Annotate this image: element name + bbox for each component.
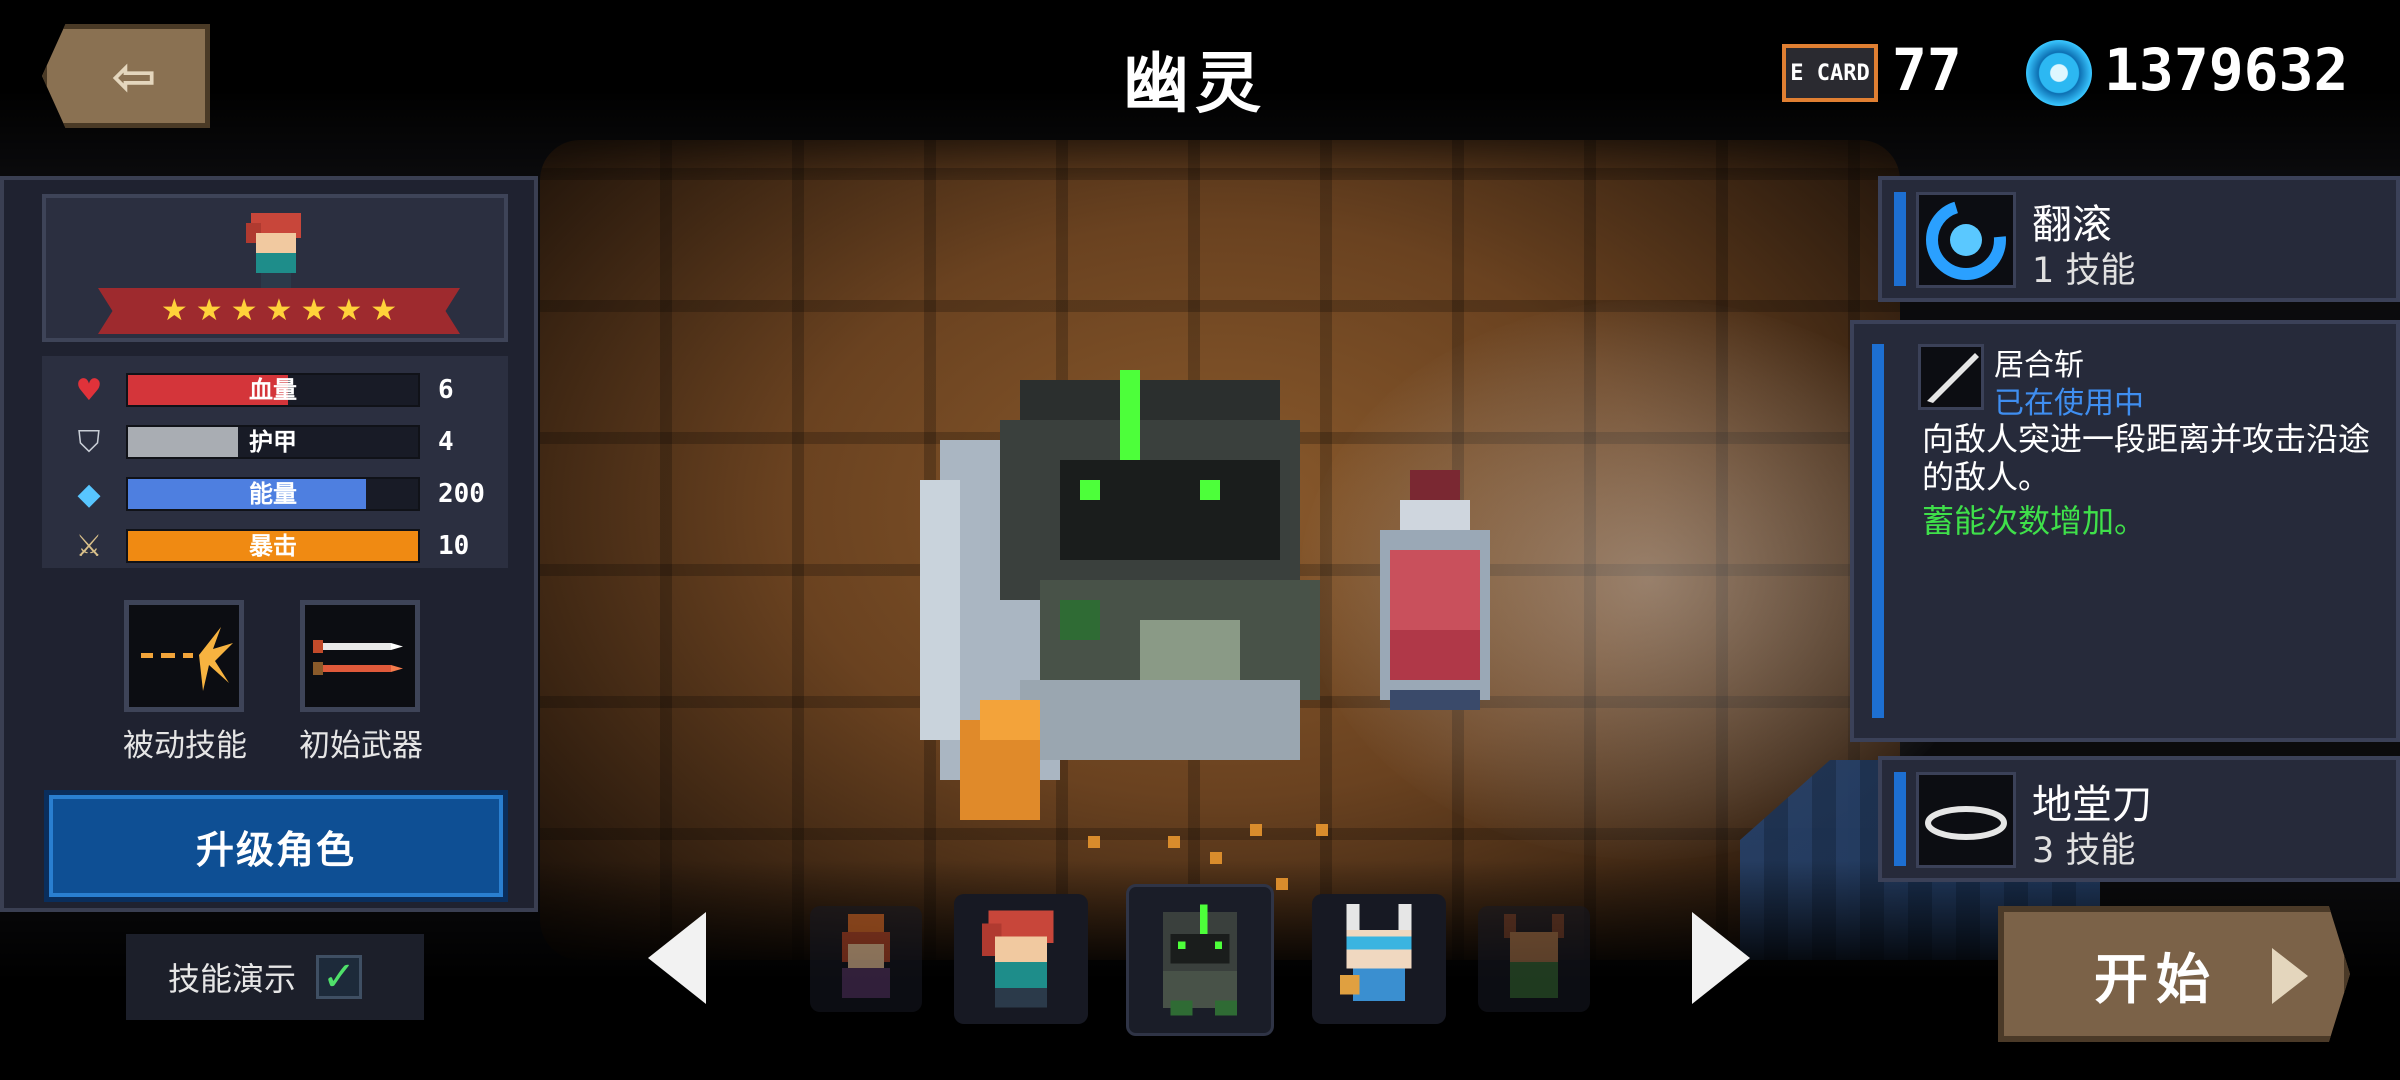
- skill-card-accent: [1894, 772, 1906, 866]
- skill-bonus: 蓄能次数增加。: [1922, 502, 2147, 540]
- character-title: 幽灵: [1123, 45, 1267, 122]
- stat-value: 10: [438, 531, 470, 561]
- skill-status: 已在使用中: [1994, 386, 2144, 421]
- passive-skill-slot[interactable]: [124, 600, 244, 712]
- star-icon: ★: [300, 293, 328, 328]
- star-icon: ★: [230, 293, 258, 328]
- start-weapon-slot[interactable]: [300, 600, 420, 712]
- stat-label: 暴击: [249, 532, 297, 560]
- character-info-panel: ★ ★ ★ ★ ★ ★ ★ ♥ 血量 6 ⛉ 护甲 4 ◆ 能量 200 ⚔ 暴击 10 被动技能 初始武器 升级…: [0, 176, 538, 912]
- star-ribbon: ★ ★ ★ ★ ★ ★ ★: [98, 288, 460, 334]
- health-potion-sprite: [1380, 470, 1490, 710]
- spark: [1088, 836, 1100, 848]
- energy-card-icon: E CARD: [1782, 44, 1878, 102]
- gem-icon: [2026, 40, 2092, 106]
- stat-label: 能量: [249, 480, 297, 508]
- skill-card-accent: [1894, 192, 1906, 286]
- character-slot[interactable]: [810, 906, 922, 1012]
- next-character-arrow[interactable]: [1692, 912, 1750, 1004]
- exit-button[interactable]: ⇦: [42, 24, 210, 128]
- knight-avatar: [982, 910, 1054, 1008]
- ground-blade-skill-icon: [1916, 772, 2016, 868]
- stat-bar: 血量: [126, 373, 420, 407]
- druid-avatar: [1504, 914, 1564, 998]
- stat-row: ⛉ 护甲 4: [70, 422, 500, 462]
- stat-value: 4: [438, 427, 454, 457]
- stat-bar: 暴击: [126, 529, 420, 563]
- stats-box: ♥ 血量 6 ⛉ 护甲 4 ◆ 能量 200 ⚔ 暴击 10: [42, 356, 508, 568]
- iai-slash-skill-icon: [1918, 344, 1984, 410]
- character-slot-selected[interactable]: [1126, 884, 1274, 1036]
- stat-row: ◆ 能量 200: [70, 474, 500, 514]
- rabbit-engineer-avatar: [1340, 904, 1412, 1002]
- stat-label: 血量: [249, 376, 297, 404]
- roll-skill-icon: [1916, 192, 2016, 288]
- previous-character-arrow[interactable]: [648, 912, 706, 1004]
- shield-icon: ⛉: [77, 424, 101, 460]
- passive-skill-label: 被动技能: [123, 728, 247, 764]
- skill-tier: 1 技能: [2032, 251, 2136, 291]
- skill-card-roll[interactable]: 翻滚 1 技能: [1878, 176, 2400, 302]
- skill-card-ground-blade[interactable]: 地堂刀 3 技能: [1878, 756, 2400, 882]
- start-label: 开始: [2094, 947, 2218, 1011]
- star-icon: ★: [335, 293, 363, 328]
- stat-value: 200: [438, 479, 485, 509]
- spark: [1210, 852, 1222, 864]
- stat-row: ♥ 血量 6: [70, 370, 500, 410]
- skill-card-accent: [1872, 344, 1884, 718]
- passive-skill-icon: [141, 627, 233, 691]
- upgrade-character-label: 升级角色: [195, 827, 356, 872]
- start-button[interactable]: 开始: [1998, 906, 2350, 1042]
- star-icon: ★: [265, 293, 293, 328]
- skill-description: 向敌人突进一段距离并攻击沿途的敌人。: [1922, 420, 2371, 496]
- skill-demo-toggle[interactable]: 技能演示 ✓: [126, 934, 424, 1020]
- skill-demo-checkbox[interactable]: ✓: [316, 955, 363, 999]
- star-icon: ★: [160, 293, 188, 328]
- knight-avatar: [246, 213, 301, 288]
- start-weapon-label: 初始武器: [299, 728, 423, 764]
- stat-row: ⚔ 暴击 10: [70, 526, 500, 566]
- sword-icon: [313, 640, 403, 675]
- star-icon: ★: [195, 293, 223, 328]
- dagger-icon: ⚔: [75, 528, 103, 564]
- character-slot[interactable]: [1312, 894, 1446, 1024]
- skill-demo-label: 技能演示: [168, 960, 297, 998]
- portrait-frame: ★ ★ ★ ★ ★ ★ ★: [42, 194, 508, 342]
- upgrade-character-button[interactable]: 升级角色: [44, 790, 508, 902]
- play-arrow-icon: [2272, 948, 2308, 1004]
- priestess-avatar: [842, 914, 890, 998]
- energy-crystal-icon: ◆: [77, 476, 101, 512]
- character-slot[interactable]: [954, 894, 1088, 1024]
- skill-detail-card[interactable]: 居合斩 已在使用中 向敌人突进一段距离并攻击沿途的敌人。 蓄能次数增加。: [1850, 320, 2400, 742]
- energy-card-count: 77: [1892, 36, 1962, 104]
- ghost-character-sprite: [920, 370, 1320, 820]
- energy-card-label: E CARD: [1790, 60, 1870, 86]
- heart-icon: ♥: [75, 372, 103, 408]
- exit-icon: ⇦: [111, 44, 157, 108]
- spark: [1168, 836, 1180, 848]
- stat-label: 护甲: [249, 428, 297, 456]
- ghost-avatar: [1163, 904, 1237, 1016]
- stat-bar: 能量: [126, 477, 420, 511]
- spark: [1276, 878, 1288, 890]
- stat-value: 6: [438, 375, 454, 405]
- spark: [1316, 824, 1328, 836]
- gem-count: 1379632: [2104, 36, 2349, 104]
- stat-bar: 护甲: [126, 425, 420, 459]
- character-slot[interactable]: [1478, 906, 1590, 1012]
- skill-tier: 3 技能: [2032, 831, 2136, 871]
- spark: [1250, 824, 1262, 836]
- star-icon: ★: [370, 293, 398, 328]
